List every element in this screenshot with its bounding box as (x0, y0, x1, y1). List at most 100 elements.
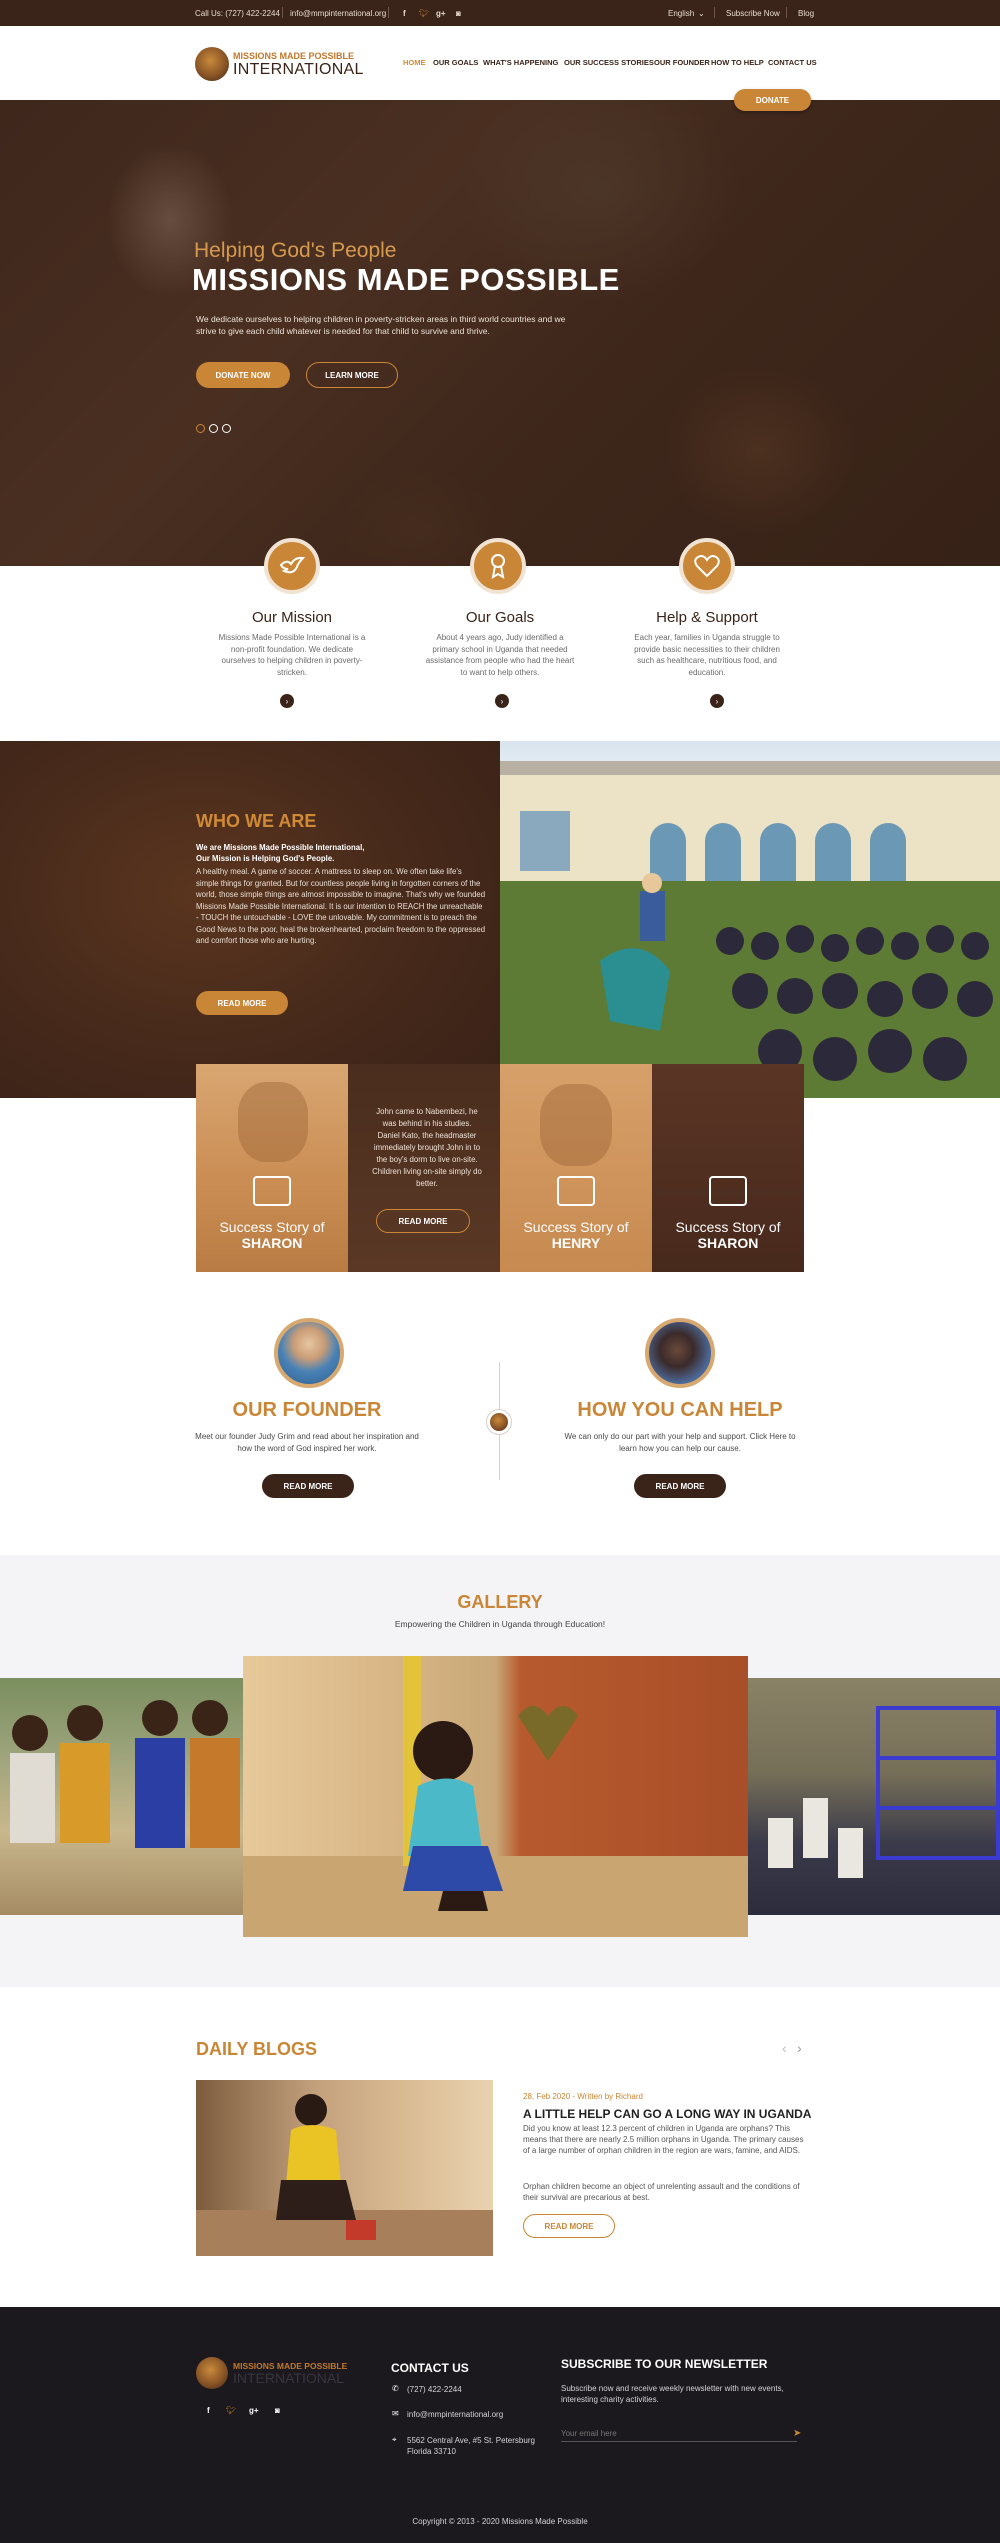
feature-title: Help & Support (656, 609, 758, 626)
blog-text-1: Did you know at least 12.3 percent of ch… (523, 2124, 804, 2155)
story-card-detail: John came to Nabembezi, he was behind in… (348, 1064, 500, 1272)
school-photo (500, 741, 1000, 1098)
nav-success-stories[interactable]: OUR SUCCESS STORIES (564, 58, 654, 67)
founder-text: Meet our founder Judy Grim and read abou… (195, 1432, 419, 1453)
gallery-title: GALLERY (457, 1592, 543, 1612)
donate-button[interactable]: DONATE (734, 89, 811, 111)
feature-text: Each year, families in Uganda struggle t… (634, 633, 780, 677)
story-name: HENRY (551, 1235, 601, 1251)
chat-icon (557, 1176, 595, 1206)
twitter-icon[interactable]: 🐦︎ (226, 2406, 236, 2415)
nav-whats-happening[interactable]: WHAT'S HAPPENING (483, 58, 558, 67)
slider-dot-1[interactable] (196, 424, 205, 433)
story-card[interactable]: Success Story of SHARON (196, 1064, 348, 1272)
google-plus-icon[interactable]: g+ (436, 9, 446, 18)
help-photo (645, 1318, 715, 1388)
twitter-icon[interactable]: 🐦︎ (419, 9, 429, 18)
blog-text-2: Orphan children become an object of unre… (523, 2182, 800, 2202)
copyright-text: Copyright © 2013 - 2020 Missions Made Po… (412, 2517, 588, 2526)
facebook-icon[interactable]: f (403, 9, 406, 18)
email-link[interactable]: info@mmpinternational.org (290, 9, 386, 18)
blog-read-more-button[interactable]: READ MORE (523, 2214, 615, 2238)
child-photo (238, 1082, 308, 1162)
who-we-are-lead: We are Missions Made Possible Internatio… (196, 842, 486, 864)
prev-arrow-icon[interactable]: ‹ (782, 2040, 787, 2056)
newsletter-email-input[interactable] (561, 2426, 797, 2442)
founder-title: OUR FOUNDER (232, 1399, 382, 1421)
footer-logo-globe-icon[interactable] (196, 2357, 228, 2389)
story-text: John came to Nabembezi, he was behind in… (372, 1107, 482, 1188)
ribbon-icon (470, 538, 526, 594)
chat-icon (709, 1176, 747, 1206)
feature-text: Missions Made Possible International is … (218, 633, 366, 677)
logo-globe-icon[interactable] (195, 47, 229, 81)
nav-how-to-help[interactable]: HOW TO HELP (711, 58, 764, 67)
language-select[interactable]: English (668, 9, 694, 18)
heart-icon (679, 538, 735, 594)
story-name: SHARON (241, 1235, 303, 1251)
hero-subtitle: Helping God's People (194, 239, 397, 262)
subscribe-link[interactable]: Subscribe Now (726, 9, 780, 18)
feature-arrow-button[interactable]: › (710, 694, 724, 708)
footer-logo-text-bottom: INTERNATIONAL (233, 2370, 344, 2386)
logo-text-top[interactable]: MISSIONS MADE POSSIBLE (233, 51, 354, 61)
next-arrow-icon[interactable]: › (797, 2040, 802, 2056)
story-title: Success Story of (219, 1219, 325, 1235)
chat-icon (253, 1176, 291, 1206)
top-bar: Call Us: (727) 422-2244 info@mmpinternat… (0, 0, 1000, 26)
donate-now-button[interactable]: DONATE NOW (196, 362, 290, 388)
feature-title: Our Goals (465, 609, 535, 626)
google-plus-icon[interactable]: g+ (249, 2406, 259, 2415)
instagram-icon[interactable]: ◙ (275, 2406, 280, 2415)
learn-more-button[interactable]: LEARN MORE (306, 362, 398, 388)
who-we-are-title: WHO WE ARE (196, 811, 317, 831)
newsletter-title: SUBSCRIBE TO OUR NEWSLETTER (561, 2357, 768, 2371)
nav-our-goals[interactable]: OUR GOALS (433, 58, 478, 67)
blog-image[interactable] (196, 2080, 493, 2256)
blog-link[interactable]: Blog (798, 9, 814, 18)
nav-contact-us[interactable]: CONTACT US (768, 58, 817, 67)
feature-text: About 4 years ago, Judy identified a pri… (425, 633, 575, 677)
footer-phone[interactable]: (727) 422-2244 (407, 2385, 462, 2394)
story-title: Success Story of (675, 1219, 781, 1235)
blog-date: 28, Feb 2020 (523, 2092, 571, 2101)
gallery-image-left[interactable] (0, 1678, 243, 1915)
who-read-more-button[interactable]: READ MORE (196, 991, 288, 1015)
gallery-image-main[interactable] (243, 1656, 748, 1937)
footer-address-2: Florida 33710 (407, 2447, 456, 2456)
story-title: Success Story of (523, 1219, 629, 1235)
who-lead-line-2: Our Mission is Helping God's People. (196, 854, 335, 863)
help-text: We can only do our part with your help a… (564, 1432, 796, 1453)
hero-text: We dedicate ourselves to helping childre… (196, 314, 566, 336)
send-icon[interactable]: ➤ (793, 2428, 801, 2439)
blog-post-title[interactable]: A LITTLE HELP CAN GO A LONG WAY IN UGAND… (523, 2107, 811, 2121)
founder-read-more-button[interactable]: READ MORE (262, 1474, 354, 1498)
nav-our-founder[interactable]: OUR FOUNDER (654, 58, 710, 67)
logo-text-bottom[interactable]: INTERNATIONAL (233, 61, 364, 79)
footer-email[interactable]: info@mmpinternational.org (407, 2410, 503, 2419)
phone-icon: ✆ (392, 2384, 399, 2393)
founder-photo (274, 1318, 344, 1388)
footer-contact-title: CONTACT US (391, 2361, 469, 2375)
nav-home[interactable]: HOME (403, 58, 426, 67)
feature-arrow-button[interactable]: › (495, 694, 509, 708)
feature-arrow-button[interactable]: › (280, 694, 294, 708)
slider-dot-2[interactable] (209, 424, 218, 433)
envelope-icon: ✉ (392, 2409, 399, 2418)
daily-blogs-title: DAILY BLOGS (196, 2039, 318, 2059)
story-card[interactable]: Success Story of HENRY (500, 1064, 652, 1272)
help-read-more-button[interactable]: READ MORE (634, 1474, 726, 1498)
story-read-more-button[interactable]: READ MORE (376, 1209, 470, 1233)
logo-globe-icon (486, 1409, 512, 1435)
help-title: HOW YOU CAN HELP (577, 1399, 783, 1421)
slider-dot-3[interactable] (222, 424, 231, 433)
facebook-icon[interactable]: f (207, 2406, 210, 2415)
gallery-image-right[interactable] (748, 1678, 1000, 1915)
story-card[interactable]: Success Story of SHARON (652, 1064, 804, 1272)
divider (388, 7, 389, 18)
divider (714, 7, 715, 18)
site-footer (0, 2307, 1000, 2543)
instagram-icon[interactable]: ◙ (456, 9, 461, 18)
who-we-are-text: A healthy meal. A game of soccer. A matt… (196, 867, 486, 945)
chevron-down-icon[interactable]: ⌄ (698, 9, 705, 18)
